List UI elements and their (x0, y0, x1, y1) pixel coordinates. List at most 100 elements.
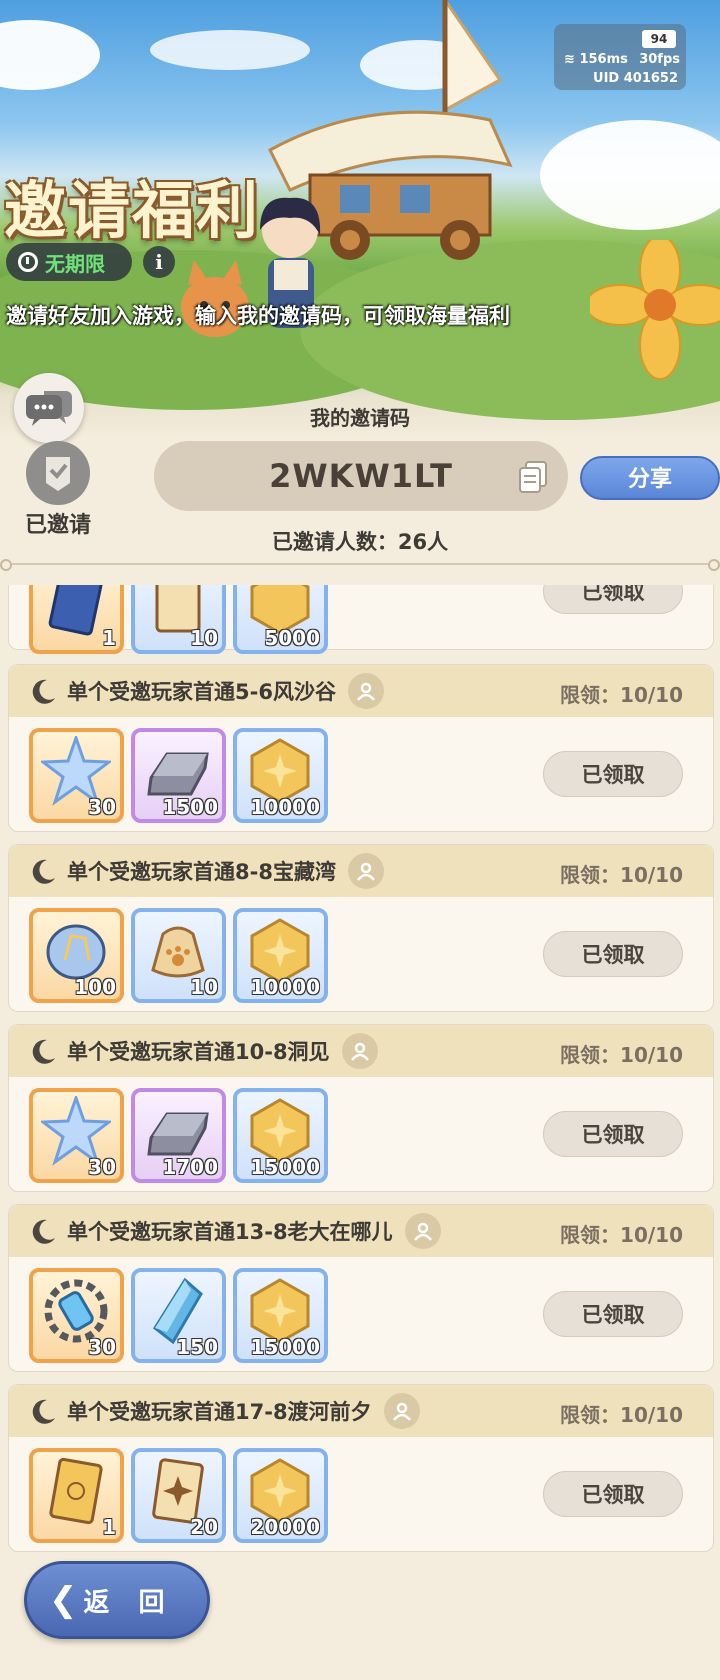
reward-card-header: 单个受邀玩家首通8-8宝藏湾 限领：10/10 (9, 845, 713, 897)
reward-items: 30 150 15000 (29, 1268, 328, 1363)
moon-icon (32, 1039, 55, 1064)
reward-card-title: 单个受邀玩家首通17-8渡河前夕 (67, 1400, 372, 1424)
gold-card-icon (49, 1457, 103, 1525)
claimed-button[interactable]: 已领取 (543, 1111, 683, 1157)
wifi-icon: ≋ (564, 52, 575, 67)
reward-item[interactable]: 1700 (131, 1088, 226, 1183)
item-quantity: 20 (190, 1515, 218, 1539)
reward-card-header: 单个受邀玩家首通13-8老大在哪儿 限领：10/10 (9, 1205, 713, 1257)
network-status-panel: 94 ≋ 156ms 30fps UID 401652 (554, 24, 686, 90)
reward-item[interactable]: 15000 (233, 1088, 328, 1183)
item-quantity: 100 (74, 975, 116, 999)
user-badge-icon (347, 853, 384, 889)
back-arrow-icon: ❮ (49, 1580, 78, 1620)
reward-list[interactable]: 1 10 5000 已领取 单个受邀玩家首通5-6风沙谷 限领：10/10 30 (0, 585, 720, 1595)
item-quantity: 150 (176, 1335, 218, 1359)
reward-card: 单个受邀玩家首通13-8老大在哪儿 限领：10/10 30 150 15000 … (8, 1204, 714, 1372)
duration-label: 无期限 (45, 251, 105, 276)
item-quantity: 15000 (250, 1335, 320, 1359)
moon-icon (32, 1219, 55, 1244)
duration-badge: 无期限 (6, 243, 132, 281)
item-quantity: 10 (190, 626, 218, 650)
reward-item[interactable]: 100 (29, 908, 124, 1003)
clock-icon (18, 252, 38, 272)
reward-item[interactable]: 1 (29, 585, 124, 654)
reward-item[interactable]: 1500 (131, 728, 226, 823)
ping-readout: ≋ 156ms (564, 52, 628, 67)
reward-item[interactable]: 20 (131, 1448, 226, 1543)
share-button[interactable]: 分享 (580, 456, 720, 500)
reward-item[interactable]: 20000 (233, 1448, 328, 1543)
back-label: 返 回 (83, 1587, 175, 1618)
item-quantity: 20000 (250, 1515, 320, 1539)
claimed-button[interactable]: 已领取 (543, 585, 683, 614)
reward-card-title: 单个受邀玩家首通8-8宝藏湾 (67, 860, 336, 884)
reward-item[interactable]: 10000 (233, 728, 328, 823)
reward-card: 单个受邀玩家首通8-8宝藏湾 限领：10/10 100 10 10000 已领取 (8, 844, 714, 1012)
item-quantity: 5000 (264, 626, 320, 650)
invite-code: 2WKW1LT (269, 457, 453, 495)
reward-item[interactable]: 30 (29, 728, 124, 823)
claimed-button[interactable]: 已领取 (543, 1471, 683, 1517)
item-quantity: 10000 (250, 975, 320, 999)
reward-card: 单个受邀玩家首通5-6风沙谷 限领：10/10 30 1500 10000 已领… (8, 664, 714, 832)
user-badge-icon (341, 1033, 378, 1069)
reward-card-title: 单个受邀玩家首通10-8洞见 (67, 1040, 330, 1064)
invite-code-box: 2WKW1LT (154, 441, 568, 511)
item-quantity: 15000 (250, 1155, 320, 1179)
reward-card-header: 单个受邀玩家首通5-6风沙谷 限领：10/10 (9, 665, 713, 717)
copy-icon[interactable] (518, 460, 548, 494)
reward-items: 30 1700 15000 (29, 1088, 328, 1183)
item-quantity: 1700 (162, 1155, 218, 1179)
moon-icon (32, 1399, 55, 1424)
claim-limit: 限领：10/10 (560, 863, 683, 887)
check-badge-icon (46, 457, 70, 491)
invited-list-button[interactable]: 已邀请 (22, 441, 94, 539)
reward-card: 1 10 5000 已领取 (8, 585, 714, 654)
user-badge-icon (383, 1393, 420, 1429)
reward-card-header: 单个受邀玩家首通10-8洞见 限领：10/10 (9, 1025, 713, 1077)
claimed-button[interactable]: 已领取 (543, 1291, 683, 1337)
reward-item[interactable]: 1 (29, 1448, 124, 1543)
event-description: 邀请好友加入游戏，输入我的邀请码，可领取海量福利 (6, 304, 510, 328)
fps-readout: 30fps (639, 52, 680, 67)
moon-icon (32, 679, 55, 704)
info-button[interactable]: i (143, 246, 175, 278)
item-quantity: 30 (88, 1335, 116, 1359)
item-quantity: 30 (88, 795, 116, 819)
reward-item[interactable]: 15000 (233, 1268, 328, 1363)
claim-limit: 限领：10/10 (560, 683, 683, 707)
claimed-button[interactable]: 已领取 (543, 751, 683, 797)
item-quantity: 10 (190, 975, 218, 999)
battery-indicator: 94 (642, 30, 676, 48)
claimed-button[interactable]: 已领取 (543, 931, 683, 977)
reward-card-title: 单个受邀玩家首通13-8老大在哪儿 (67, 1220, 393, 1244)
claim-limit: 限领：10/10 (560, 1223, 683, 1247)
moon-icon (32, 859, 55, 884)
reward-item[interactable]: 150 (131, 1268, 226, 1363)
reward-item[interactable]: 10 (131, 908, 226, 1003)
item-quantity: 1 (102, 1515, 116, 1539)
reward-item[interactable]: 30 (29, 1268, 124, 1363)
item-quantity: 10000 (250, 795, 320, 819)
reward-card: 单个受邀玩家首通10-8洞见 限领：10/10 30 1700 15000 已领… (8, 1024, 714, 1192)
section-divider (0, 559, 720, 571)
back-button[interactable]: ❮ 返 回 (24, 1561, 210, 1639)
reward-item[interactable]: 10 (131, 585, 226, 654)
user-badge-icon (404, 1213, 441, 1249)
invite-code-heading: 我的邀请码 (310, 406, 410, 430)
uid-label: UID 401652 (593, 71, 678, 86)
reward-items: 1 20 20000 (29, 1448, 328, 1543)
flower-illustration (590, 240, 720, 380)
reward-item[interactable]: 10000 (233, 908, 328, 1003)
event-banner: 94 ≋ 156ms 30fps UID 401652 邀请福利 无期限 i 邀… (0, 0, 720, 440)
item-quantity: 30 (88, 1155, 116, 1179)
reward-card: 单个受邀玩家首通17-8渡河前夕 限领：10/10 1 20 20000 已领取 (8, 1384, 714, 1552)
claim-limit: 限领：10/10 (560, 1403, 683, 1427)
invited-badge (26, 441, 90, 505)
reward-card-header: 单个受邀玩家首通17-8渡河前夕 限领：10/10 (9, 1385, 713, 1437)
user-badge-icon (347, 673, 384, 709)
blue-card-icon (48, 585, 103, 636)
reward-item[interactable]: 30 (29, 1088, 124, 1183)
reward-item[interactable]: 5000 (233, 585, 328, 654)
